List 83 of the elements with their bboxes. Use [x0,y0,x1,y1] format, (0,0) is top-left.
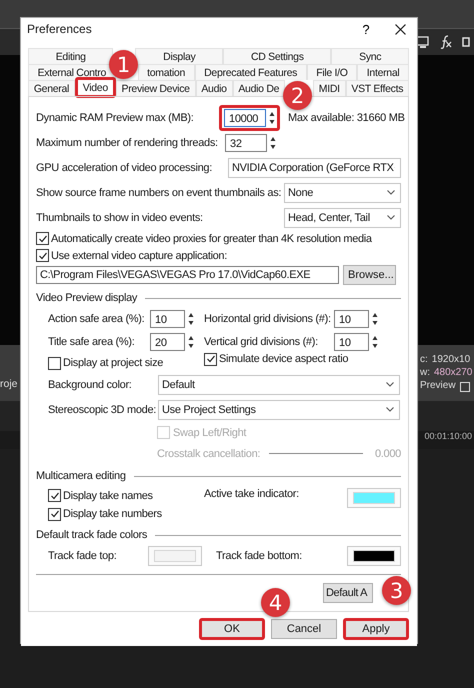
dropdown[interactable]: Default [158,374,400,394]
monitor-icon[interactable] [416,35,430,49]
checkbox-label: Automatically create video proxies for greater than 4K resolution media [51,232,372,244]
slider-value: 0.000 [374,448,401,460]
field-label: Title safe area (%): [48,336,136,348]
dialog-button[interactable]: Cancel [271,619,337,639]
spinner-icon[interactable] [372,334,378,348]
max-available-text: Max available: 31660 MB [288,112,405,124]
spinner-icon[interactable] [269,110,275,124]
field-label: Track fade top: [48,550,118,562]
field-label: Active take indicator: [204,488,299,500]
dialog-button[interactable]: Apply [343,618,409,640]
help-button[interactable]: ? [349,18,383,40]
tab[interactable]: VST Effects [346,80,409,96]
browse-button[interactable]: Browse... [343,265,396,285]
spinner-icon[interactable] [270,136,276,150]
color-swatch[interactable] [148,546,202,566]
field-label: Background color: [48,378,133,390]
field-label: Dynamic RAM Preview max (MB): [36,112,195,124]
square-icon[interactable] [462,35,472,49]
checkbox-label: Simulate device aspect ratio [219,353,348,365]
checkbox-label: Display take numbers [63,508,162,520]
path-field[interactable]: C:\Program Files\VEGAS\VEGAS Pro 17.0\VidCap60.EXE [36,266,339,284]
tab[interactable]: Display [135,48,224,64]
field-label: Vertical grid divisions (#): [204,336,319,348]
spinner-icon[interactable] [372,312,378,326]
field-label: GPU acceleration of video processing: [36,162,212,174]
dropdown[interactable]: None [284,182,401,202]
tab[interactable]: Sync [331,48,409,64]
tab[interactable]: CD Settings [223,48,332,64]
checkbox[interactable] [48,508,61,520]
tab[interactable]: Audio [196,80,233,96]
checkbox[interactable] [48,489,61,502]
tab[interactable]: File I/O [306,64,358,80]
track-label: roje [0,378,18,390]
close-icon [394,24,406,34]
color-swatch[interactable] [347,488,401,508]
field-label: Action safe area (%): [48,312,146,324]
info-value: 480x270 [434,367,472,378]
field-label: Show source frame numbers on event thumbnails as: [36,186,282,198]
checkbox[interactable] [48,356,61,370]
checkbox-label: Use external video capture application: [51,250,227,262]
checkbox-label: Display at project size [63,357,164,369]
group-title: Video Preview display [36,292,138,304]
dialog-button[interactable]: OK [199,618,265,640]
preview-label: Preview [420,380,456,392]
checkbox-label: Swap Left/Right [173,426,246,438]
tab[interactable]: Video [74,77,116,98]
spinner-icon[interactable] [188,334,194,348]
checkbox[interactable] [204,352,217,366]
checkbox-label: Display take names [63,490,153,502]
info-label: c: [420,354,428,365]
fx-icon[interactable] [439,35,453,49]
field-label: Stereoscopic 3D mode: [48,404,158,416]
slider-label: Crosstalk cancellation: [157,448,260,460]
square-icon[interactable] [460,382,470,392]
dropdown[interactable]: Use Project Settings [158,400,400,420]
info-value: 1920x10 [432,354,470,365]
tab[interactable]: Internal [357,64,409,80]
tab[interactable]: Audio De [232,80,285,96]
field-label: Track fade bottom: [216,550,302,562]
tab[interactable]: Editing [28,48,114,64]
info-label: w: [420,367,430,378]
spinner-icon[interactable] [188,312,194,326]
tab[interactable]: Deprecated Features [194,64,307,80]
window-title: Preferences [27,22,93,36]
checkbox[interactable] [36,249,49,262]
color-swatch[interactable] [347,546,401,566]
group-title: Default track fade colors [36,529,148,541]
default-all-button[interactable]: Default A [323,583,373,603]
group-title: Multicamera editing [36,470,126,482]
tab[interactable]: Preview Device [116,80,196,96]
checkbox[interactable] [36,232,49,245]
tab[interactable]: MIDI [312,80,346,96]
dropdown[interactable]: NVIDIA Corporation (GeForce RTX [228,158,401,178]
field-label: Horizontal grid divisions (#): [204,312,332,324]
spin-field[interactable]: 10000 [219,104,280,130]
dropdown[interactable]: Head, Center, Tail [284,208,401,228]
tab[interactable]: tomation [138,64,195,80]
timecode: 00:01:10:00 [424,431,473,443]
tab[interactable]: General [28,80,75,96]
field-label: Thumbnails to show in video events: [36,212,203,224]
field-label: Maximum number of rendering threads: [36,136,219,148]
